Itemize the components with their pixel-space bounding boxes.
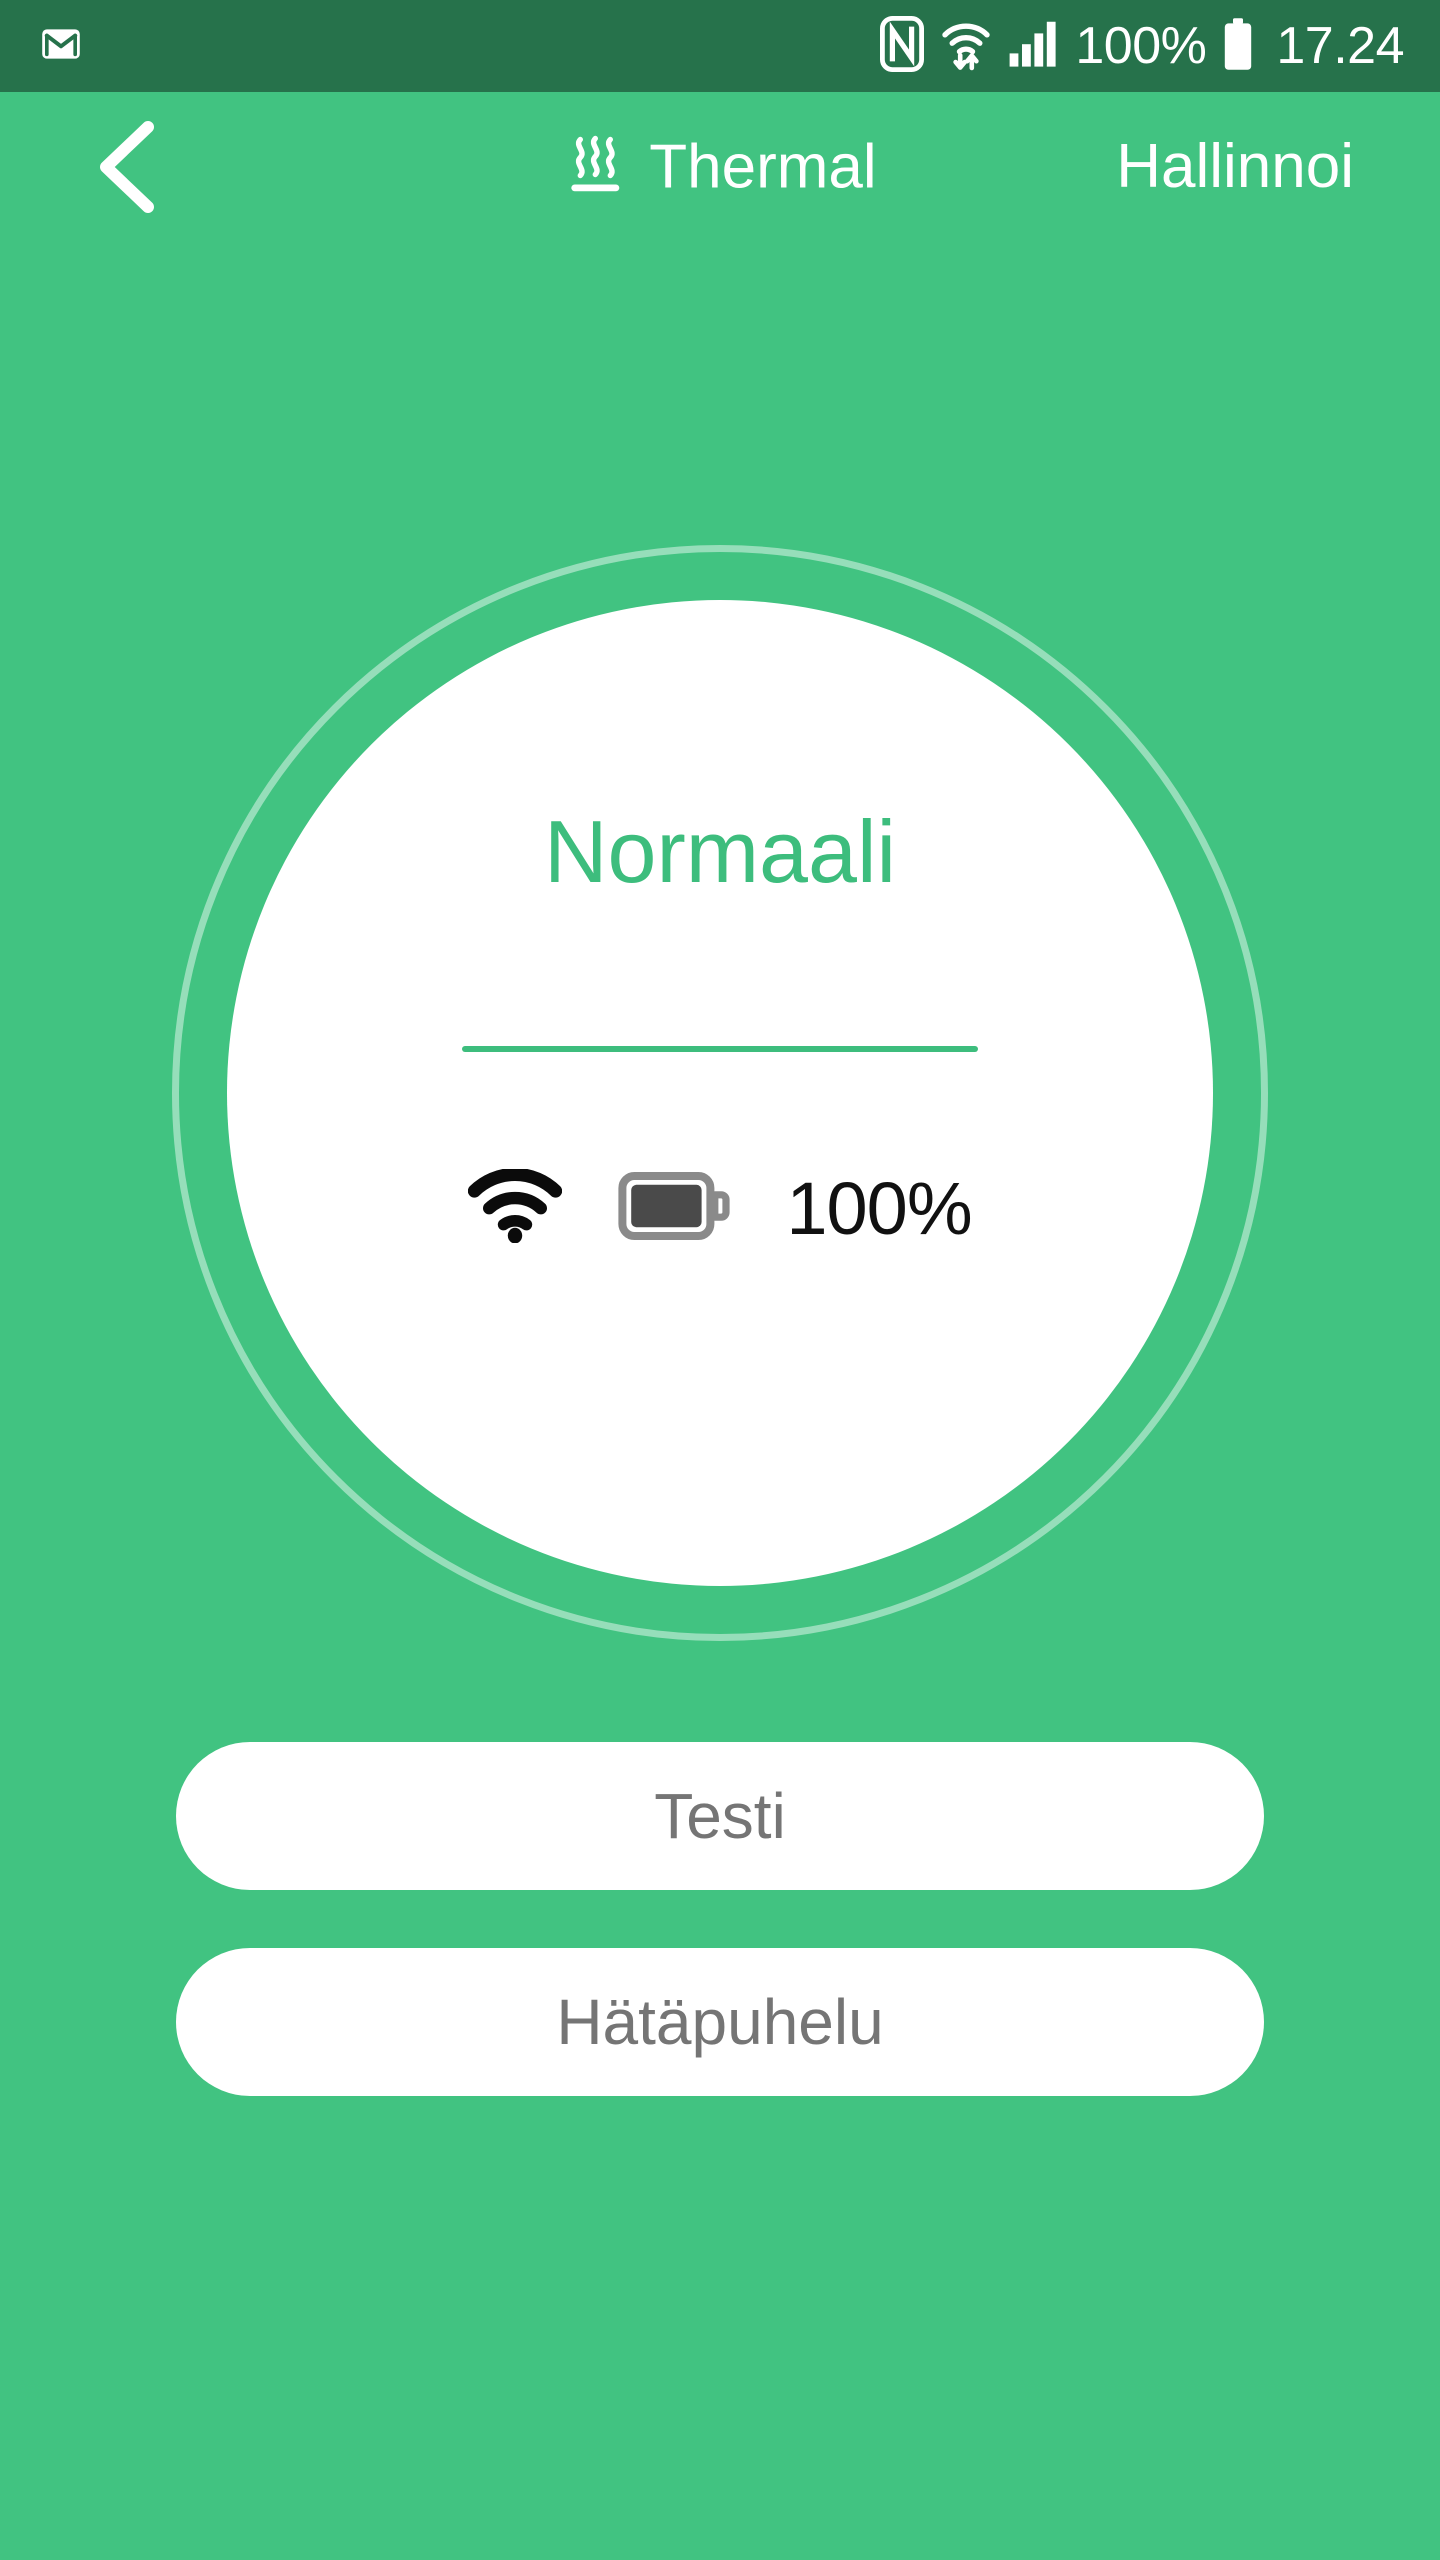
emergency-call-button[interactable]: Hätäpuhelu xyxy=(176,1948,1264,2096)
dial-battery-percent: 100% xyxy=(786,1166,972,1250)
action-button-group: Testi Hätäpuhelu xyxy=(176,1742,1264,2096)
battery-full-icon xyxy=(1223,17,1253,76)
heat-waves-icon xyxy=(563,129,627,206)
page-title: Thermal xyxy=(649,132,877,201)
test-button[interactable]: Testi xyxy=(176,1742,1264,1890)
status-bar-battery-percent: 100% xyxy=(1075,17,1207,75)
status-bar-clock: 17.24 xyxy=(1276,17,1404,75)
dial-face: Normaali 100% xyxy=(227,600,1213,1586)
test-button-label: Testi xyxy=(654,1780,786,1852)
manage-action-button[interactable]: Hallinnoi xyxy=(1116,136,1354,198)
status-bar: 100% 17.24 xyxy=(0,0,1440,92)
back-button[interactable] xyxy=(78,119,174,215)
nfc-icon xyxy=(880,15,925,77)
phone-screen: 100% 17.24 Thermal Hallinnoi Normaali 10… xyxy=(0,0,1440,2560)
dial-metrics: 100% xyxy=(468,1166,973,1250)
dial-divider xyxy=(462,1046,978,1052)
status-bar-system-icons: 100% 17.24 xyxy=(880,15,1404,77)
cellular-signal-icon xyxy=(1008,19,1058,74)
gmail-icon xyxy=(38,21,84,72)
app-bar: Thermal Hallinnoi xyxy=(0,92,1440,242)
app-bar-title-group: Thermal xyxy=(563,129,877,206)
wifi-icon xyxy=(468,1167,563,1248)
battery-horizontal-full-icon xyxy=(618,1168,730,1249)
wifi-transfer-icon xyxy=(941,16,991,77)
status-bar-notifications xyxy=(38,21,84,72)
status-dial[interactable]: Normaali 100% xyxy=(172,545,1268,1641)
device-status-label: Normaali xyxy=(543,802,897,901)
chevron-left-icon xyxy=(100,121,154,213)
emergency-call-button-label: Hätäpuhelu xyxy=(556,1986,884,2058)
